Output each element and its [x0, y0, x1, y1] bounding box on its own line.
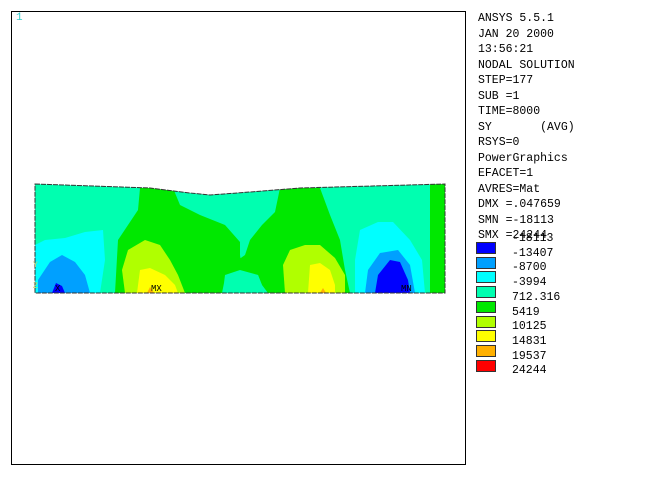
info-line: SUB =1 [478, 89, 520, 103]
triad-y-label: Y [33, 261, 38, 270]
mx-label: MX [151, 284, 162, 294]
legend-swatch [476, 256, 496, 269]
legend-swatch [476, 344, 496, 357]
info-line: ANSYS 5.5.1 [478, 12, 554, 25]
info-line: NODAL SOLUTION [478, 58, 575, 72]
info-line: EFACET=1 [478, 167, 534, 180]
legend-swatch [476, 271, 496, 284]
info-line: 13:56:21 [478, 43, 534, 56]
legend-swatch [476, 315, 496, 328]
triad-x-label: X [55, 284, 61, 294]
info-line: SMN =-18113 [478, 213, 554, 227]
info-line: AVRES=Mat [478, 182, 541, 196]
legend-value: -18113 [512, 232, 554, 245]
mn-label: MN [401, 284, 412, 294]
triad-z-label: Z [33, 282, 38, 291]
legend-swatch [476, 286, 496, 299]
legend-value: -13407 [512, 246, 554, 260]
legend-value: -3994 [512, 276, 547, 290]
legend-value: 10125 [512, 320, 547, 334]
legend-swatch [476, 242, 496, 254]
band-green-edge [430, 184, 445, 293]
info-line: DMX =.047659 [478, 198, 561, 211]
info-line: STEP=177 [478, 74, 534, 87]
legend-value: 24244 [512, 364, 547, 378]
legend-value: -8700 [512, 261, 547, 275]
info-line: RSYS=0 [478, 136, 520, 149]
contour-plot: MX MN X Y Z [33, 183, 446, 294]
legend-swatch [476, 300, 496, 313]
info-line: TIME=8000 [478, 105, 541, 118]
legend-value: 14831 [512, 334, 547, 348]
solution-info: ANSYS 5.5.1 JAN 20 2000 13:56:21 NODAL SOLU… [478, 11, 575, 244]
info-line: JAN 20 2000 [478, 27, 554, 41]
legend-value: 712.316 [512, 290, 561, 304]
info-line: PowerGraphics [478, 151, 568, 165]
info-line: SY (AVG) [478, 120, 575, 134]
legend-swatch [476, 359, 496, 372]
legend-value: 19537 [512, 349, 547, 363]
legend-value: 5419 [512, 305, 540, 319]
legend-swatch [476, 330, 496, 343]
